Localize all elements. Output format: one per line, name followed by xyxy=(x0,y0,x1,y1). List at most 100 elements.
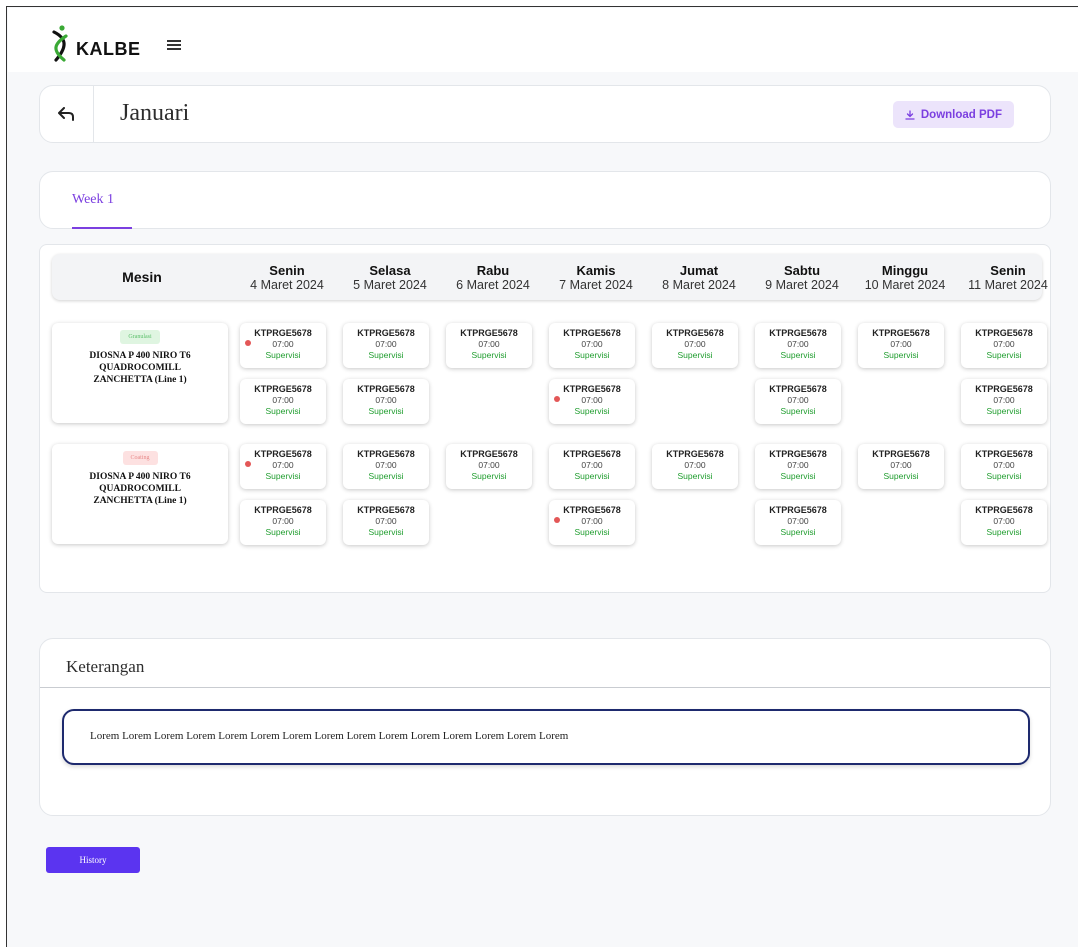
schedule-code: KTPRGE5678 xyxy=(357,505,415,515)
schedule-card[interactable]: KTPRGE5678 07:00 Supervisi xyxy=(343,444,429,489)
schedule-card[interactable]: KTPRGE5678 07:00 Supervisi xyxy=(549,500,635,545)
divider xyxy=(40,687,1050,688)
schedule-card[interactable]: KTPRGE5678 07:00 Supervisi xyxy=(446,444,532,489)
schedule-card[interactable]: KTPRGE5678 07:00 Supervisi xyxy=(755,500,841,545)
schedule-role: Supervisi xyxy=(471,471,507,481)
schedule-card[interactable]: KTPRGE5678 07:00 Supervisi xyxy=(240,500,326,545)
schedule-time: 07:00 xyxy=(272,395,294,405)
day-header: Selasa 5 Maret 2024 xyxy=(340,263,440,293)
schedule-time: 07:00 xyxy=(478,460,500,470)
schedule-time: 07:00 xyxy=(993,460,1015,470)
schedule-role: Supervisi xyxy=(368,527,404,537)
day-header: Jumat 8 Maret 2024 xyxy=(649,263,749,293)
schedule-card[interactable]: KTPRGE5678 07:00 Supervisi xyxy=(858,444,944,489)
schedule-card[interactable]: KTPRGE5678 07:00 Supervisi xyxy=(858,323,944,368)
machine-card[interactable]: Coating DIOSNA P 400 NIRO T6 QUADROCOMILL… xyxy=(52,444,228,544)
schedule-time: 07:00 xyxy=(993,395,1015,405)
schedule-card[interactable]: KTPRGE5678 07:00 Supervisi xyxy=(652,323,738,368)
schedule-code: KTPRGE5678 xyxy=(769,449,827,459)
schedule-code: KTPRGE5678 xyxy=(254,384,312,394)
alert-icon xyxy=(245,340,251,346)
day-header: Senin 11 Maret 2024 xyxy=(958,263,1058,293)
schedule-code: KTPRGE5678 xyxy=(563,449,621,459)
schedule-card[interactable]: KTPRGE5678 07:00 Supervisi xyxy=(240,444,326,489)
download-pdf-button[interactable]: Download PDF xyxy=(892,101,1014,128)
schedule-card[interactable]: KTPRGE5678 07:00 Supervisi xyxy=(343,500,429,545)
schedule-role: Supervisi xyxy=(780,406,816,416)
schedule-code: KTPRGE5678 xyxy=(563,505,621,515)
page-title: Januari xyxy=(120,100,190,126)
keterangan-textbox[interactable]: Lorem Lorem Lorem Lorem Lorem Lorem Lore… xyxy=(62,709,1030,765)
schedule-time: 07:00 xyxy=(787,516,809,526)
schedule-card[interactable]: KTPRGE5678 07:00 Supervisi xyxy=(961,500,1047,545)
history-button[interactable]: History xyxy=(46,847,140,873)
schedule-card[interactable]: KTPRGE5678 07:00 Supervisi xyxy=(755,444,841,489)
schedule-role: Supervisi xyxy=(265,406,301,416)
day-name: Kamis xyxy=(576,263,616,278)
day-date: 8 Maret 2024 xyxy=(662,278,736,292)
back-arrow-icon xyxy=(57,107,74,121)
schedule-card[interactable]: KTPRGE5678 07:00 Supervisi xyxy=(549,444,635,489)
schedule-role: Supervisi xyxy=(677,471,713,481)
schedule-role: Supervisi xyxy=(677,350,713,360)
schedule-time: 07:00 xyxy=(993,516,1015,526)
back-button[interactable] xyxy=(40,86,94,142)
schedule-card[interactable]: KTPRGE5678 07:00 Supervisi xyxy=(961,444,1047,489)
schedule-time: 07:00 xyxy=(787,460,809,470)
schedule-role: Supervisi xyxy=(986,406,1022,416)
schedule-code: KTPRGE5678 xyxy=(872,328,930,338)
day-date: 11 Maret 2024 xyxy=(968,278,1048,292)
schedule-code: KTPRGE5678 xyxy=(357,449,415,459)
machine-name: DIOSNA P 400 NIRO T6 QUADROCOMILL ZANCHE… xyxy=(89,351,191,385)
schedule-card[interactable]: KTPRGE5678 07:00 Supervisi xyxy=(755,323,841,368)
schedule-time: 07:00 xyxy=(890,460,912,470)
top-bar: KALBE xyxy=(8,8,1078,72)
schedule-time: 07:00 xyxy=(684,339,706,349)
schedule-card[interactable]: KTPRGE5678 07:00 Supervisi xyxy=(961,379,1047,424)
schedule-card[interactable]: KTPRGE5678 07:00 Supervisi xyxy=(240,323,326,368)
schedule-time: 07:00 xyxy=(684,460,706,470)
schedule-code: KTPRGE5678 xyxy=(666,328,724,338)
keterangan-title: Keterangan xyxy=(66,657,145,676)
machine-name: DIOSNA P 400 NIRO T6 QUADROCOMILL ZANCHE… xyxy=(89,472,191,506)
hamburger-icon[interactable] xyxy=(167,40,181,50)
schedule-time: 07:00 xyxy=(375,460,397,470)
schedule-code: KTPRGE5678 xyxy=(563,328,621,338)
schedule-card[interactable]: KTPRGE5678 07:00 Supervisi xyxy=(549,323,635,368)
tab-week-1[interactable]: Week 1 xyxy=(72,192,114,208)
schedule-role: Supervisi xyxy=(883,350,919,360)
schedule-time: 07:00 xyxy=(581,339,603,349)
day-date: 5 Maret 2024 xyxy=(353,278,427,292)
schedule-time: 07:00 xyxy=(375,339,397,349)
schedule-card[interactable]: KTPRGE5678 07:00 Supervisi xyxy=(549,379,635,424)
schedule-time: 07:00 xyxy=(787,395,809,405)
day-header: Senin 4 Maret 2024 xyxy=(237,263,337,293)
brand-logo[interactable]: KALBE xyxy=(48,24,141,62)
schedule-time: 07:00 xyxy=(993,339,1015,349)
schedule-card[interactable]: KTPRGE5678 07:00 Supervisi xyxy=(446,323,532,368)
schedule-role: Supervisi xyxy=(986,471,1022,481)
schedule-card[interactable]: KTPRGE5678 07:00 Supervisi xyxy=(755,379,841,424)
machine-card[interactable]: Granulasi DIOSNA P 400 NIRO T6 QUADROCOMI… xyxy=(52,323,228,423)
schedule-role: Supervisi xyxy=(780,471,816,481)
schedule-role: Supervisi xyxy=(368,471,404,481)
schedule-card[interactable]: KTPRGE5678 07:00 Supervisi xyxy=(961,323,1047,368)
schedule-role: Supervisi xyxy=(780,527,816,537)
day-name: Rabu xyxy=(476,263,510,278)
schedule-code: KTPRGE5678 xyxy=(769,505,827,515)
alert-icon xyxy=(554,396,560,402)
schedule-card[interactable]: KTPRGE5678 07:00 Supervisi xyxy=(343,379,429,424)
day-date: 4 Maret 2024 xyxy=(250,278,324,292)
schedule-card[interactable]: KTPRGE5678 07:00 Supervisi xyxy=(652,444,738,489)
schedule-time: 07:00 xyxy=(272,339,294,349)
day-date: 10 Maret 2024 xyxy=(864,278,946,292)
schedule-time: 07:00 xyxy=(581,395,603,405)
schedule-card[interactable]: KTPRGE5678 07:00 Supervisi xyxy=(240,379,326,424)
download-label: Download PDF xyxy=(920,108,1002,121)
schedule-card[interactable]: KTPRGE5678 07:00 Supervisi xyxy=(343,323,429,368)
schedule-time: 07:00 xyxy=(581,516,603,526)
schedule-role: Supervisi xyxy=(265,527,301,537)
alert-icon xyxy=(245,461,251,467)
brand-name: KALBE xyxy=(76,39,141,59)
day-name: Jumat xyxy=(679,263,719,278)
